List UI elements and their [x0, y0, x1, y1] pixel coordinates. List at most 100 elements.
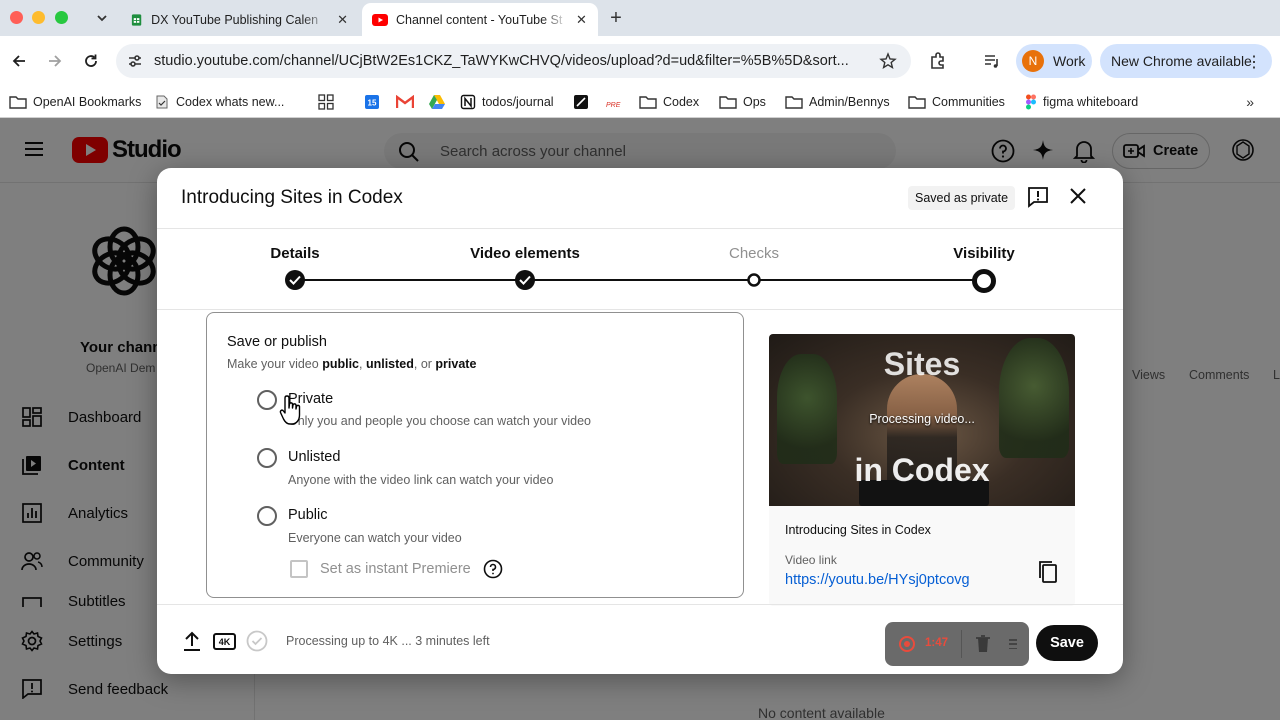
tab-close-icon[interactable]: ✕ [576, 12, 587, 28]
address-bar[interactable]: studio.youtube.com/channel/UCjBtW2Es1CKZ… [116, 44, 911, 78]
stop-recording-icon[interactable] [899, 636, 915, 652]
url-text[interactable]: studio.youtube.com/channel/UCjBtW2Es1CKZ… [154, 53, 869, 69]
bookmark-calendar[interactable]: 15 [364, 90, 380, 114]
panel-title: Save or publish [227, 334, 327, 350]
minimize-window-button[interactable] [32, 11, 45, 24]
step-video-elements[interactable]: Video elements [470, 245, 580, 262]
step-checks[interactable]: Checks [729, 245, 779, 262]
tab-search-button[interactable] [88, 5, 116, 31]
folder-icon [639, 96, 657, 109]
forward-button[interactable] [44, 50, 66, 72]
step-details[interactable]: Details [270, 245, 319, 262]
screen-recorder-widget[interactable]: 1:47 [885, 622, 1029, 666]
bookmark-drive[interactable] [428, 90, 446, 114]
bookmark-gmail[interactable] [396, 90, 414, 114]
page-icon [156, 95, 168, 109]
svg-text:PRE: PRE [606, 102, 621, 109]
recorder-divider [961, 630, 962, 658]
subtitle-text: , [359, 357, 366, 371]
youtube-icon [372, 13, 388, 26]
bookmark-apps[interactable] [318, 90, 334, 114]
thumbnail-text-bottom: in Codex [854, 452, 990, 488]
bookmark-codex[interactable]: Codex [639, 90, 699, 114]
tab-title: Channel content - YouTube St [396, 12, 563, 27]
step-current-ring-icon[interactable] [972, 269, 996, 293]
processing-status: Processing up to 4K ... 3 minutes left [286, 634, 490, 648]
saved-status-badge: Saved as private [908, 186, 1016, 210]
close-icon[interactable] [1069, 187, 1087, 205]
option-public-desc: Everyone can watch your video [288, 531, 462, 545]
grid-icon [318, 94, 334, 110]
bookmark-codex-whats-new[interactable]: Codex whats new... [154, 90, 284, 114]
back-button[interactable] [8, 50, 30, 72]
drag-handle-icon[interactable] [1009, 634, 1017, 654]
step-done-check-icon[interactable] [284, 269, 306, 291]
report-feedback-icon[interactable] [1027, 186, 1049, 208]
instant-premiere-label[interactable]: Set as instant Premiere [320, 561, 471, 577]
radio-private[interactable] [257, 390, 277, 410]
upload-dialog: Introducing Sites in Codex Saved as priv… [157, 168, 1123, 674]
more-vert-icon[interactable]: ⋮ [1246, 52, 1262, 72]
thumbnail-text-top: Sites [883, 346, 961, 382]
bookmark-todos[interactable]: todos/journal [460, 90, 554, 114]
bookmark-admin-bennys[interactable]: Admin/Bennys [785, 90, 890, 114]
instant-premiere-checkbox[interactable] [290, 560, 308, 578]
help-icon[interactable] [483, 559, 503, 579]
media-controls-icon[interactable] [982, 51, 1002, 71]
update-label: New Chrome available [1111, 53, 1252, 69]
hand-cursor-icon [279, 395, 301, 425]
video-link[interactable]: https://youtu.be/HYsj0ptcovg [785, 572, 970, 588]
sheets-icon [131, 13, 142, 26]
bookmarks-overflow-icon[interactable]: » [1246, 94, 1254, 110]
upload-icon [184, 631, 200, 651]
step-done-check-icon[interactable] [514, 269, 536, 291]
bookmark-pre[interactable]: PRE [605, 90, 623, 114]
bookmark-label: Codex whats new... [176, 95, 285, 109]
profile-button[interactable]: N Work [1016, 44, 1092, 78]
panel-subtitle: Make your video public, unlisted, or pri… [227, 357, 476, 371]
update-chrome-button[interactable]: New Chrome available ⋮ [1100, 44, 1272, 78]
close-window-button[interactable] [10, 11, 23, 24]
reload-button[interactable] [80, 50, 102, 72]
subtitle-text: , or [413, 357, 436, 371]
option-unlisted-label[interactable]: Unlisted [288, 449, 340, 465]
tab-close-icon[interactable]: ✕ [337, 12, 348, 28]
folder-icon [908, 96, 926, 109]
star-icon[interactable] [879, 52, 897, 70]
bookmarks-bar: OpenAI Bookmarks Codex whats new... 15 t… [0, 86, 1280, 118]
dialog-footer: 4K Processing up to 4K ... 3 minutes lef… [157, 604, 1123, 674]
bookmark-unnamed[interactable] [573, 90, 589, 114]
bookmark-ops[interactable]: Ops [719, 90, 766, 114]
bookmark-label: figma whiteboard [1043, 95, 1139, 109]
video-preview-card: Sites Processing video... in Codex Intro… [769, 334, 1075, 606]
bookmark-label: Admin/Bennys [809, 95, 890, 109]
bookmark-label: todos/journal [482, 95, 554, 109]
trash-icon[interactable] [975, 634, 991, 654]
subtitle-text: Make your video [227, 357, 323, 371]
save-button[interactable]: Save [1036, 625, 1098, 661]
bookmark-communities[interactable]: Communities [908, 90, 1005, 114]
bookmark-openai[interactable]: OpenAI Bookmarks [9, 90, 141, 114]
site-settings-icon[interactable] [126, 52, 144, 70]
video-link-label: Video link [785, 553, 837, 567]
tab-publishing-calendar[interactable]: DX YouTube Publishing Calen ✕ [120, 3, 358, 36]
step-pending-dot-icon[interactable] [747, 273, 761, 287]
radio-public[interactable] [257, 506, 277, 526]
tab-title: DX YouTube Publishing Calen [151, 12, 319, 27]
figma-icon [1026, 94, 1036, 110]
extensions-icon[interactable] [928, 51, 948, 71]
option-public-label[interactable]: Public [288, 507, 328, 523]
bookmark-label: Communities [932, 95, 1005, 109]
radio-unlisted[interactable] [257, 448, 277, 468]
new-tab-button[interactable]: + [606, 7, 626, 30]
bookmark-figma[interactable]: figma whiteboard [1025, 90, 1138, 114]
maximize-window-button[interactable] [55, 11, 68, 24]
tab-channel-content[interactable]: Channel content - YouTube St ✕ [362, 3, 598, 36]
browser-toolbar: studio.youtube.com/channel/UCjBtW2Es1CKZ… [0, 36, 1280, 86]
video-thumbnail[interactable]: Sites Processing video... in Codex [769, 334, 1075, 506]
processing-overlay-text: Processing video... [869, 412, 975, 426]
folder-icon [9, 96, 27, 109]
step-visibility[interactable]: Visibility [953, 245, 1014, 262]
subtitle-public: public [322, 357, 359, 371]
copy-icon[interactable] [1037, 560, 1059, 584]
